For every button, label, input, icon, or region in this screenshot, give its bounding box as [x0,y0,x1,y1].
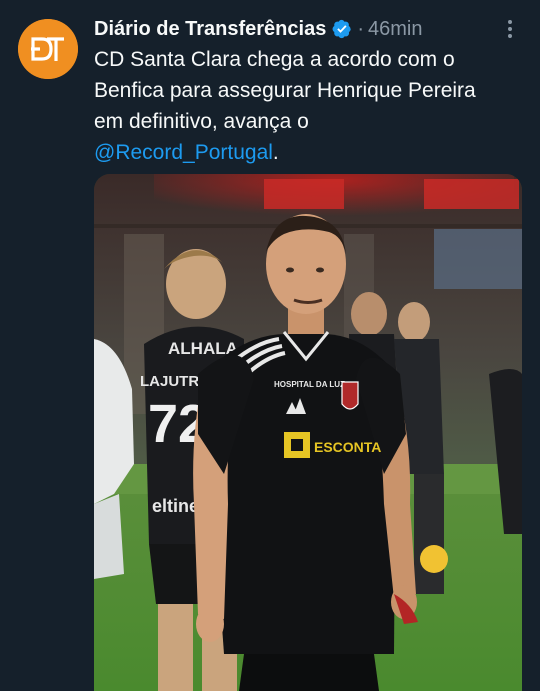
tweet-text-line: CD Santa Clara chega a acordo com o [94,48,455,71]
tweet-text-line: Benfica para assegurar Henrique Pereira [94,79,476,102]
more-dot [508,34,512,38]
time-separator: · [357,17,364,40]
tweet-text-tail: . [272,141,279,164]
tweet-text-line: @Record_Portugal. [94,137,524,168]
tweet-text-line: em definitivo, avança o [94,110,309,133]
club-crest-icon [341,381,359,410]
timestamp[interactable]: 46min [368,18,422,41]
tweet-photo[interactable]: ALHALA LAJUTRABAL 72 eltine HOSPITAL DA … [94,174,522,691]
more-dot [508,27,512,31]
football-player-photo: ALHALA LAJUTRABAL 72 eltine HOSPITAL DA … [94,174,522,691]
tweet-text: CD Santa Clara chega a acordo com o Benf… [94,44,524,168]
jersey-sponsor-1: HOSPITAL DA LUZ [274,380,345,389]
avatar-logo-icon [18,19,78,79]
more-dot [508,20,512,24]
tweet[interactable]: Diário de Transferências · 46min CD Sant… [0,0,540,691]
jersey-sponsor-2: ESCONTA [314,439,381,455]
more-options-icon[interactable] [502,18,518,40]
tweet-header: Diário de Transferências · 46min [94,14,496,44]
teammate-sponsor-2: eltine [152,496,199,516]
author-name[interactable]: Diário de Transferências [94,18,326,41]
mention-link[interactable]: @Record_Portugal [94,141,273,164]
avatar[interactable] [18,19,78,79]
verified-badge-icon[interactable] [332,19,352,39]
